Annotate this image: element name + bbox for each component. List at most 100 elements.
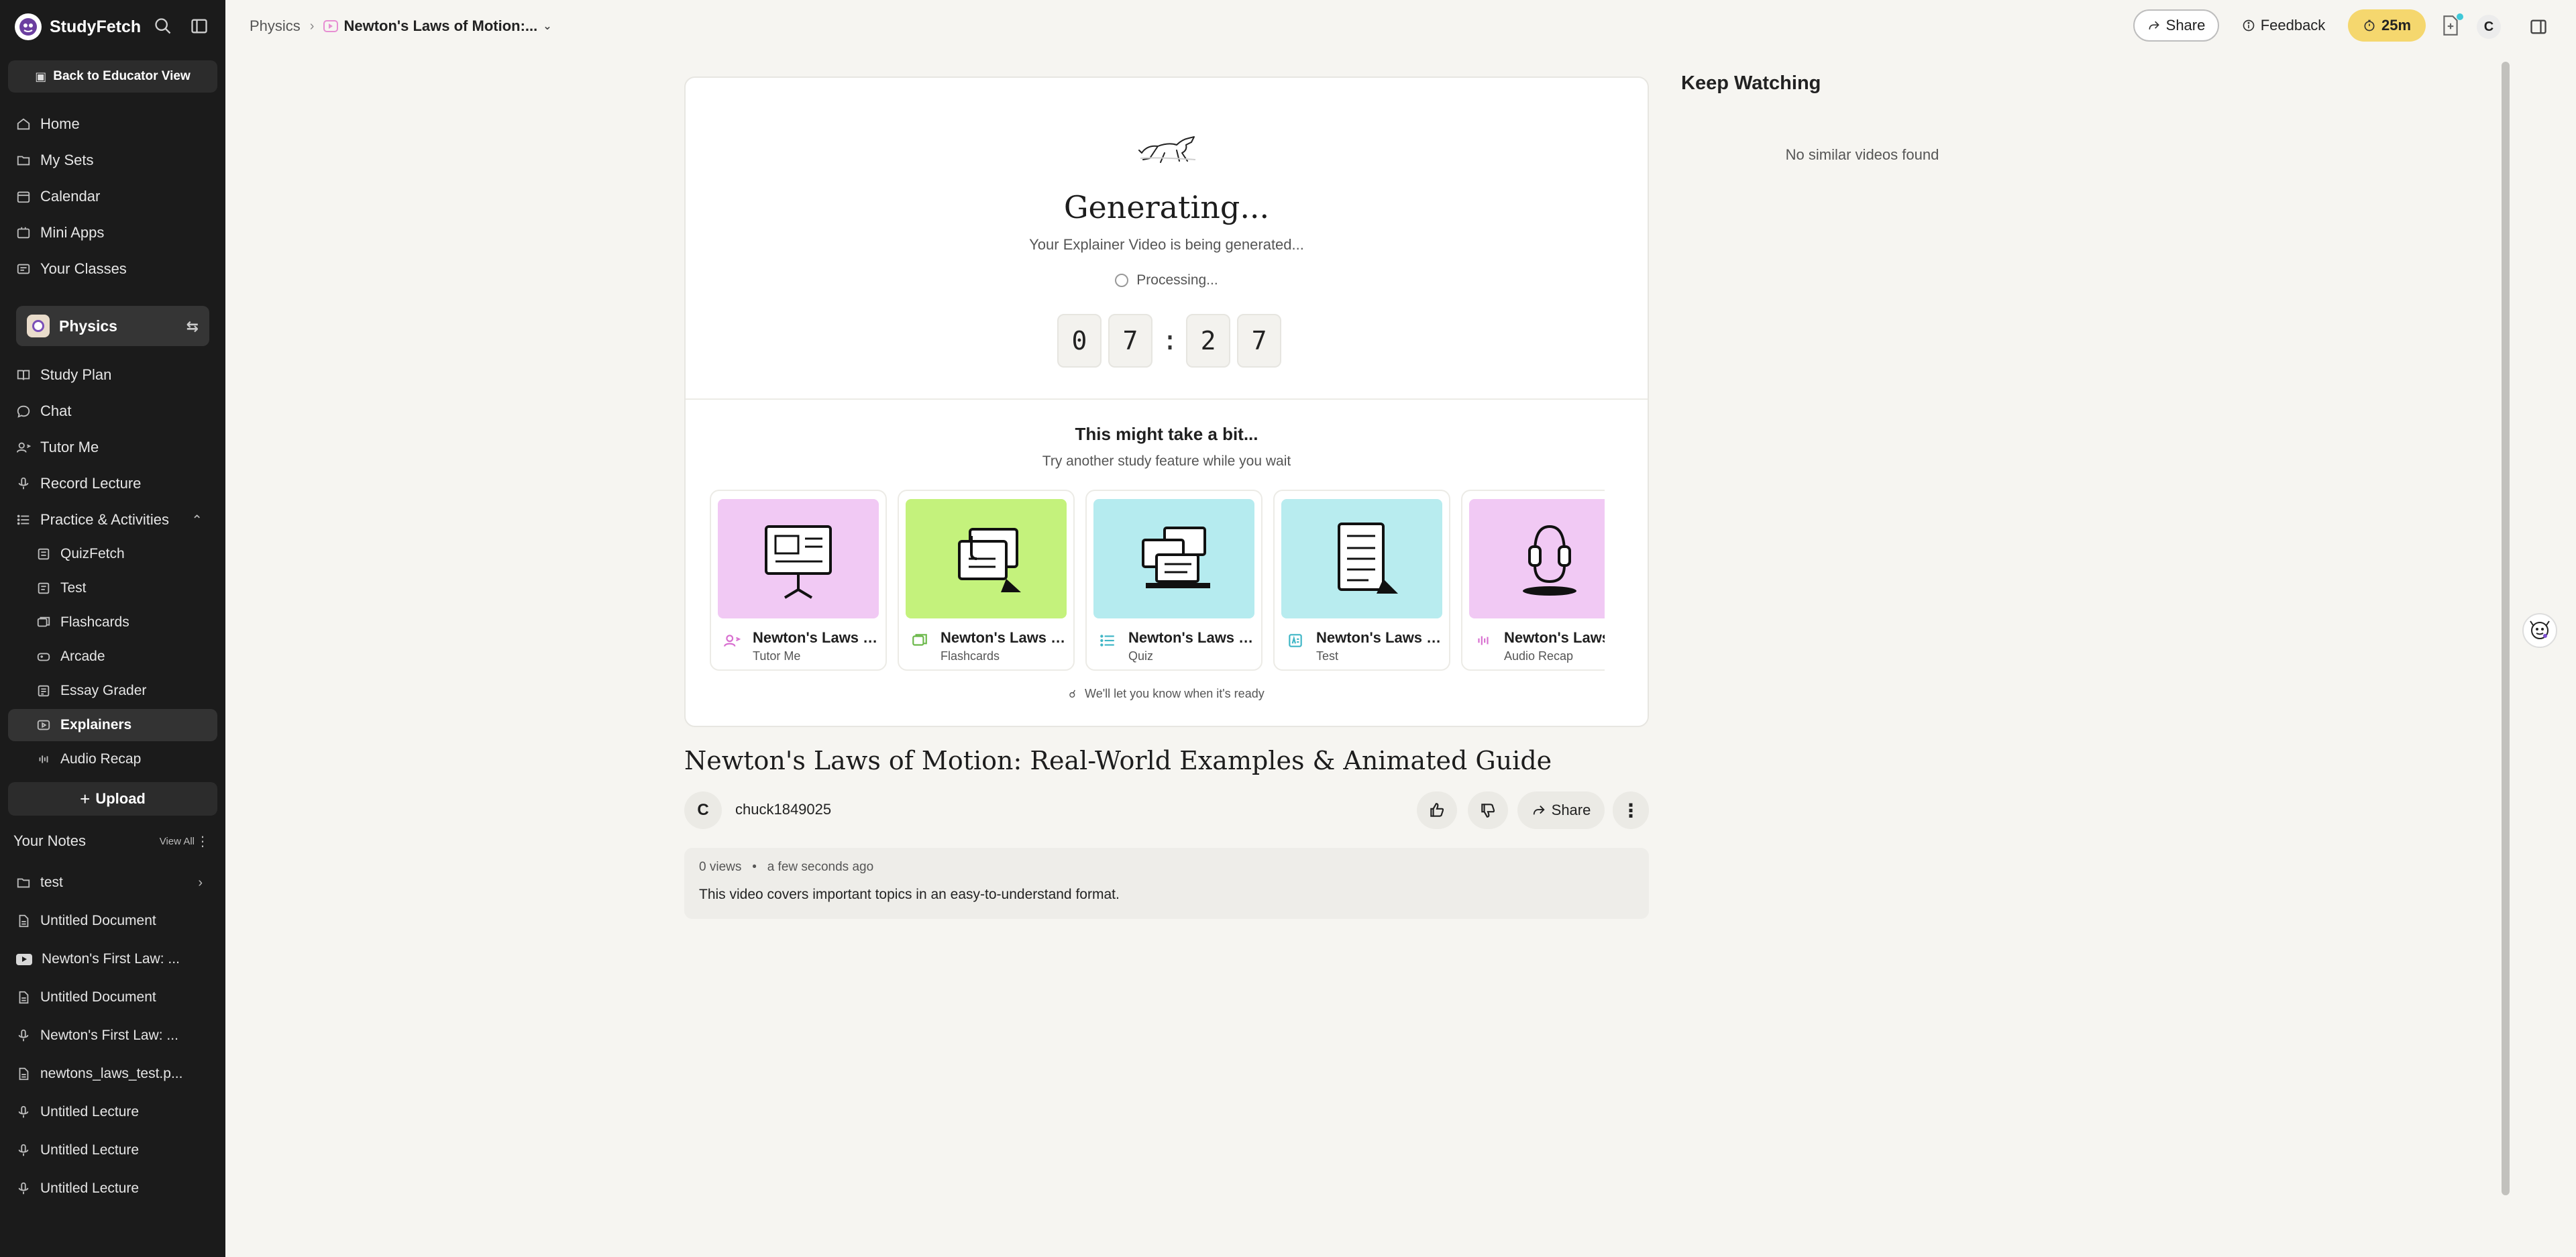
share-label: Share — [1551, 802, 1591, 818]
nav-mini-apps[interactable]: Mini Apps — [8, 217, 217, 249]
feature-card-tutor-me[interactable]: Newton's Laws of Motion Tutor Me — [710, 490, 887, 671]
nav-essay-grader[interactable]: Essay Grader — [8, 675, 217, 707]
chevron-up-icon[interactable]: ⌃ — [191, 512, 203, 529]
flashcards-icon — [911, 632, 928, 649]
essay-icon — [38, 685, 50, 697]
scrollbar-thumb[interactable] — [2502, 62, 2510, 1195]
feature-thumbnail — [1093, 499, 1254, 618]
note-item[interactable]: Untitled Document — [8, 905, 217, 937]
study-timer-button[interactable]: 25m — [2348, 9, 2426, 42]
folder-icon — [17, 156, 30, 166]
feature-card-quiz[interactable]: Newton's Laws of Motion Quiz — [1085, 490, 1263, 671]
chat-icon — [17, 405, 30, 418]
feedback-button[interactable]: Feedback — [2234, 9, 2333, 42]
mic-icon — [18, 477, 29, 490]
video-stats: 0 views • a few seconds ago — [699, 860, 873, 875]
feature-card-flashcards[interactable]: Newton's Laws of Motion Flashcards — [898, 490, 1075, 671]
breadcrumb-parent[interactable]: Physics — [250, 17, 301, 35]
notification-dot — [2457, 13, 2463, 20]
note-item[interactable]: Untitled Lecture — [8, 1134, 217, 1166]
document-notification-icon[interactable] — [2442, 13, 2463, 38]
feature-name: Newton's Laws of Motion — [1504, 629, 1605, 646]
mic-icon — [18, 1182, 29, 1195]
thumbs-up-icon — [1430, 803, 1444, 817]
assistant-mascot-icon[interactable] — [2522, 613, 2557, 648]
nav-audio-recap[interactable]: Audio Recap — [8, 743, 217, 775]
breadcrumb-current[interactable]: Newton's Laws of Motion:... ⌄ — [323, 17, 552, 35]
feature-type: Audio Recap — [1504, 649, 1574, 663]
like-button[interactable] — [1417, 791, 1457, 829]
feature-name: Newton's Laws of Motion — [941, 629, 1068, 646]
class-selector[interactable]: Physics ⇆ — [16, 306, 209, 346]
switch-class-icon[interactable]: ⇆ — [186, 318, 199, 335]
test-icon — [38, 582, 50, 594]
nav-your-classes[interactable]: Your Classes — [8, 253, 217, 285]
nav-home[interactable]: Home — [8, 108, 217, 140]
upload-button[interactable]: + Upload — [8, 782, 217, 816]
audio-icon — [39, 755, 48, 763]
more-vertical-icon: ⋮ — [1621, 800, 1640, 821]
headphones-icon — [1523, 525, 1576, 596]
nav-tutor-me[interactable]: Tutor Me — [8, 431, 217, 463]
right-panel-toggle-icon[interactable] — [2529, 17, 2549, 38]
divider — [686, 398, 1648, 400]
back-to-educator-button[interactable]: ▣ Back to Educator View — [8, 60, 217, 93]
test-icon — [1287, 632, 1304, 649]
educator-button-label: Back to Educator View — [53, 69, 191, 83]
feature-name: Newton's Laws of Motion — [1128, 629, 1256, 646]
feature-type: Quiz — [1128, 649, 1154, 663]
nav-calendar[interactable]: Calendar — [8, 180, 217, 213]
share-button[interactable]: Share — [2133, 9, 2219, 42]
feature-card-test[interactable]: Newton's Laws of Motion Test — [1273, 490, 1450, 671]
chevron-right-icon: › — [309, 18, 315, 34]
note-folder-test[interactable]: test › — [8, 867, 217, 899]
nav-my-sets[interactable]: My Sets — [8, 144, 217, 176]
nav-label: QuizFetch — [60, 546, 125, 561]
nav-practice-activities[interactable]: Practice & Activities ⌃ — [8, 504, 217, 536]
dislike-button[interactable] — [1468, 791, 1508, 829]
sidebar-collapse-icon[interactable] — [188, 15, 211, 38]
nav-label: Flashcards — [60, 614, 129, 630]
video-icon — [323, 20, 339, 32]
note-item[interactable]: Untitled Document — [8, 981, 217, 1014]
user-avatar[interactable]: C — [2477, 15, 2501, 39]
nav-label: Home — [40, 115, 80, 132]
views-count: 0 views — [699, 860, 742, 874]
note-item[interactable]: Newton's First Law: ... — [8, 943, 217, 975]
nav-study-plan[interactable]: Study Plan — [8, 359, 217, 391]
document-icon — [19, 914, 29, 928]
search-icon[interactable] — [152, 15, 174, 38]
note-item[interactable]: Newton's First Law: ... — [8, 1020, 217, 1052]
class-name: Physics — [59, 317, 117, 335]
view-all-link[interactable]: View All — [160, 836, 195, 847]
note-item[interactable]: Untitled Lecture — [8, 1096, 217, 1128]
more-options-icon[interactable]: ⋮ — [196, 833, 209, 850]
thumbs-down-icon — [1481, 804, 1495, 818]
mic-icon — [18, 1105, 29, 1118]
sidebar: StudyFetch ▣ Back to Educator View Home … — [0, 0, 225, 1257]
feedback-label: Feedback — [2260, 17, 2326, 34]
brand[interactable]: StudyFetch — [15, 13, 141, 40]
nav-quizfetch[interactable]: QuizFetch — [8, 538, 217, 570]
nav-flashcards[interactable]: Flashcards — [8, 606, 217, 639]
note-item[interactable]: Untitled Lecture — [8, 1172, 217, 1205]
chevron-right-icon[interactable]: › — [198, 875, 203, 891]
nav-record-lecture[interactable]: Record Lecture — [8, 468, 217, 500]
nav-arcade[interactable]: Arcade — [8, 641, 217, 673]
notes-title: Your Notes — [13, 832, 87, 849]
owner-avatar[interactable]: C — [684, 791, 722, 829]
note-item[interactable]: newtons_laws_test.p... — [8, 1058, 217, 1090]
video-share-button[interactable]: Share — [1517, 791, 1605, 829]
nav-explainers[interactable]: Explainers — [8, 709, 217, 741]
stats-separator: • — [745, 860, 764, 874]
more-options-button[interactable]: ⋮ — [1613, 791, 1649, 829]
nav-label: Audio Recap — [60, 751, 142, 767]
nav-label: Tutor Me — [40, 439, 99, 455]
feature-card-audio-recap[interactable]: Newton's Laws of Motion Audio Recap — [1461, 490, 1605, 671]
nav-chat[interactable]: Chat — [8, 395, 217, 427]
owner-name[interactable]: chuck1849025 — [735, 801, 831, 818]
notify-label: We'll let you know when it's ready — [1085, 687, 1265, 700]
tutor-icon — [16, 442, 31, 453]
nav-test[interactable]: Test — [8, 572, 217, 604]
calendar-icon — [17, 191, 30, 203]
